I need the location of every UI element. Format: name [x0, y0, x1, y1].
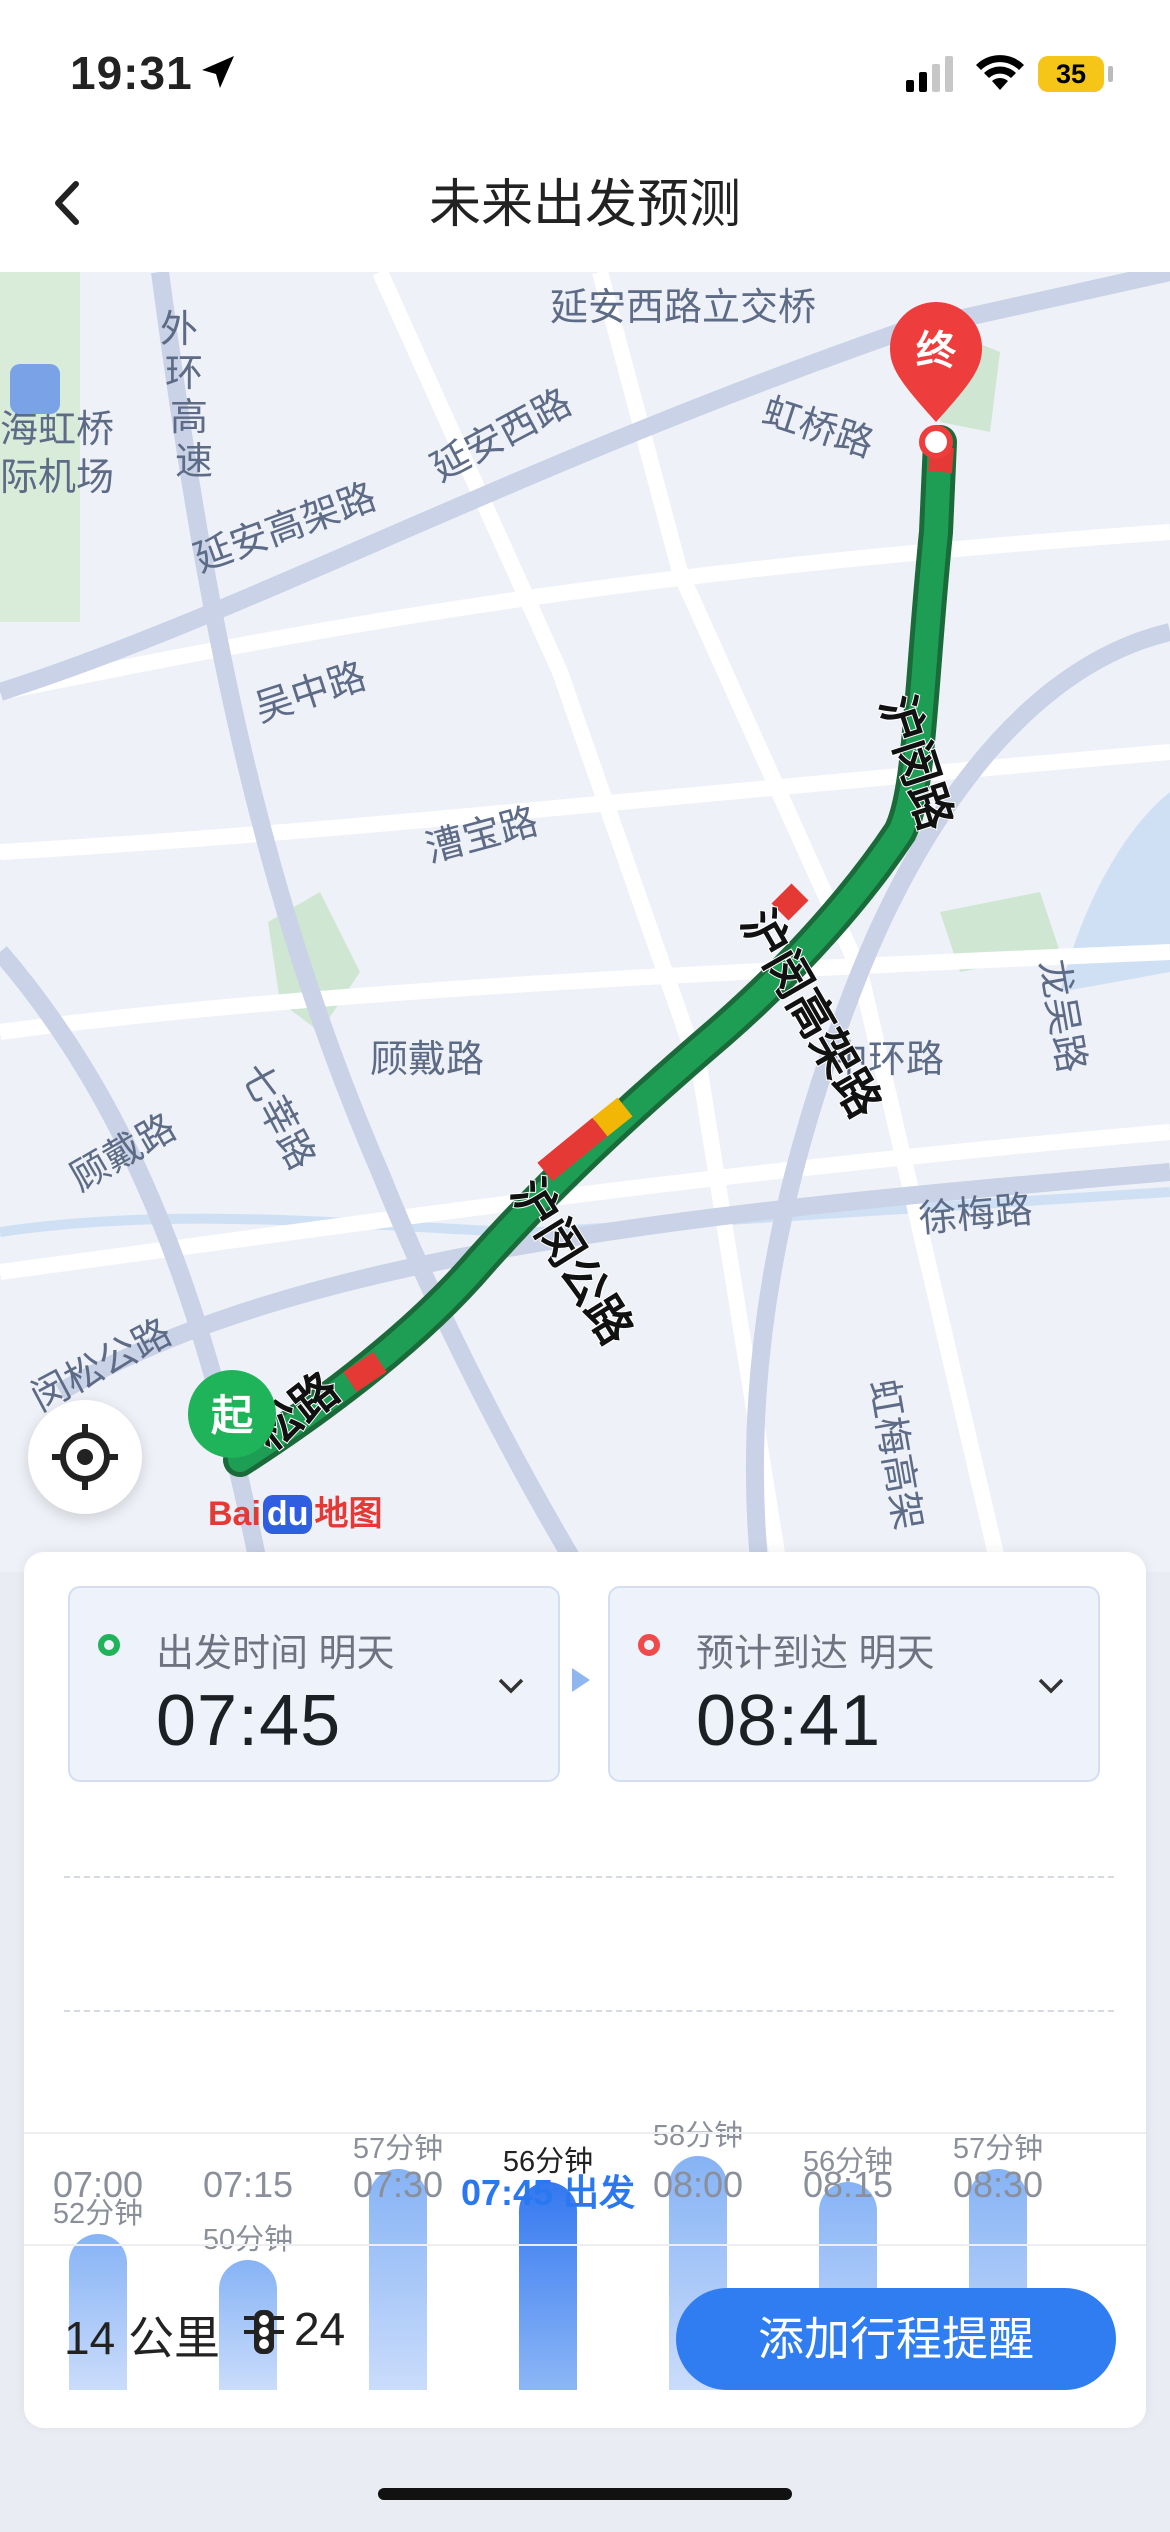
- arrive-dot-icon: [638, 1634, 660, 1656]
- start-marker-label: 起: [211, 1392, 254, 1439]
- crosshair-icon: [52, 1424, 118, 1490]
- chevron-down-icon: [1038, 1678, 1064, 1694]
- map-label: 顾戴路: [370, 1039, 484, 1081]
- route-map[interactable]: 延安西路立交桥 延安西路 延安高架路 外 环 高 速 虹桥路 海虹桥 际机场 吴…: [0, 272, 1170, 1572]
- depart-dot-icon: [98, 1634, 120, 1656]
- map-label: 七莘路: [232, 1057, 323, 1177]
- map-label: 外: [160, 309, 198, 351]
- airport-icon: [10, 364, 60, 414]
- battery-indicator: 35: [1038, 56, 1104, 92]
- time-slot-label[interactable]: 08:15: [773, 2164, 923, 2206]
- arrow-right-icon: [572, 1668, 590, 1692]
- chevron-down-icon: [498, 1678, 524, 1694]
- forecast-panel: 出发时间 明天 07:45 预计到达 明天 08:41 52分钟 50分钟 57分钟…: [24, 1552, 1146, 2428]
- baidu-map-logo: Bai du 地图: [208, 1495, 383, 1534]
- slow-segment: [592, 1097, 633, 1137]
- gridline: [64, 2010, 1114, 2012]
- depart-time: 07:45: [156, 1681, 342, 1761]
- time-slot-label[interactable]: 08:00: [623, 2164, 773, 2206]
- battery-cap: [1108, 66, 1113, 82]
- map-label: 延安高架路: [189, 476, 382, 580]
- add-trip-reminder-button[interactable]: 添加行程提醒: [676, 2288, 1116, 2390]
- traffic-light-count: 24: [294, 2303, 346, 2355]
- map-label: 吴中路: [250, 655, 371, 730]
- locate-button[interactable]: [28, 1400, 142, 1514]
- time-slot-label[interactable]: 07:15: [173, 2164, 323, 2206]
- route-label: 沪闵路: [870, 689, 962, 837]
- depart-label: 出发时间 明天: [156, 1633, 395, 1675]
- map-label: 虹桥路: [757, 391, 878, 466]
- end-dot: [919, 425, 953, 459]
- arrive-label: 预计到达 明天: [696, 1633, 935, 1675]
- gridline: [64, 1876, 1114, 1878]
- map-label: 高: [170, 397, 208, 439]
- page-title: 未来出发预测: [428, 176, 741, 234]
- status-bar: 19:31 35: [0, 0, 1170, 140]
- wifi-icon: [976, 55, 1024, 90]
- status-time: 19:31: [70, 47, 193, 99]
- time-slot-label[interactable]: 08:30: [923, 2164, 1073, 2206]
- time-slot-label[interactable]: 07:00: [23, 2164, 173, 2206]
- home-indicator[interactable]: [378, 2488, 792, 2500]
- distance: 14 公里: [64, 2312, 220, 2364]
- map-label: 际机场: [0, 457, 114, 499]
- arrive-time-selector[interactable]: 预计到达 明天 08:41: [608, 1586, 1100, 1782]
- arrive-time: 08:41: [696, 1681, 882, 1761]
- congestion-segment: [771, 883, 809, 921]
- map-canvas[interactable]: 延安西路立交桥 延安西路 延安高架路 外 环 高 速 虹桥路 海虹桥 际机场 吴…: [0, 272, 1170, 1572]
- depart-time-selector[interactable]: 出发时间 明天 07:45: [68, 1586, 560, 1782]
- location-arrow-icon: [202, 56, 234, 88]
- map-label: 海虹桥: [0, 409, 114, 451]
- map-label: 环: [165, 353, 203, 395]
- time-axis: 07:00 07:15 07:30 07:45 出发 08:00 08:15 08:30: [24, 2132, 1146, 2246]
- congestion-segment: [343, 1352, 387, 1392]
- signal-icon: [906, 56, 953, 92]
- map-label: 虹梅高架: [861, 1376, 929, 1533]
- map-label: 徐梅路: [917, 1189, 1034, 1241]
- map-label: 延安西路立交桥: [550, 287, 816, 329]
- map-label: 速: [175, 441, 213, 483]
- end-marker-label: 终: [916, 329, 957, 373]
- traffic-light-icon: [244, 2310, 284, 2354]
- nav-bar: 未来出发预测: [0, 140, 1170, 272]
- battery-level: 35: [1055, 59, 1087, 89]
